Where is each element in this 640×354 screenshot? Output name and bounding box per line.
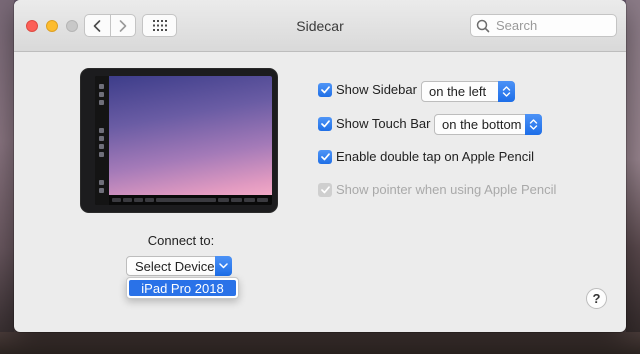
- show-sidebar-label: Show Sidebar: [336, 82, 417, 97]
- show-touch-bar-checkbox[interactable]: [318, 116, 332, 131]
- sidebar-position-popup[interactable]: on the left: [421, 81, 515, 102]
- zoom-window-button[interactable]: [66, 20, 78, 32]
- show-pointer-row: Show pointer when using Apple Pencil: [318, 182, 556, 197]
- device-dropdown-menu: iPad Pro 2018: [126, 277, 239, 299]
- chevron-down-icon: [219, 263, 228, 269]
- touch-bar-key: [156, 198, 216, 202]
- device-select-value: Select Device: [135, 259, 215, 274]
- sidebar-control-icon: [99, 128, 104, 133]
- touch-bar-key: [244, 198, 255, 202]
- sidebar-control-icon: [99, 84, 104, 89]
- device-option-ipad-pro-2018[interactable]: iPad Pro 2018: [129, 280, 236, 296]
- desktop-wallpaper-right: [626, 0, 640, 354]
- checkmark-icon: [320, 119, 330, 127]
- sidebar-control-icon: [99, 188, 104, 193]
- sidebar-control-icon: [99, 136, 104, 141]
- touch-bar-position-popup[interactable]: on the bottom: [434, 114, 542, 135]
- minimize-window-button[interactable]: [46, 20, 58, 32]
- sidebar-position-value: on the left: [429, 84, 487, 99]
- touch-bar-key: [112, 198, 121, 202]
- search-field[interactable]: [470, 14, 617, 37]
- search-icon: [476, 19, 490, 32]
- touch-bar-key: [231, 198, 242, 202]
- sidebar-control-icon: [99, 100, 104, 105]
- touch-bar-position-stepper[interactable]: [525, 114, 542, 135]
- ipad-desktop-preview: [109, 76, 272, 195]
- sidebar-position-stepper[interactable]: [498, 81, 515, 102]
- desktop-wallpaper-bottom: [0, 332, 640, 354]
- close-window-button[interactable]: [26, 20, 38, 32]
- touch-bar-key: [257, 198, 268, 202]
- touch-bar-key: [218, 198, 229, 202]
- checkmark-icon: [320, 185, 330, 193]
- show-sidebar-checkbox[interactable]: [318, 82, 332, 97]
- chevron-right-icon: [119, 19, 127, 32]
- touch-bar-position-value: on the bottom: [442, 117, 522, 132]
- updown-chevron-icon: [502, 86, 511, 97]
- sidebar-control-icon: [99, 92, 104, 97]
- show-sidebar-row: Show Sidebar: [318, 82, 417, 97]
- show-touch-bar-label: Show Touch Bar: [336, 116, 431, 131]
- double-tap-checkbox[interactable]: [318, 149, 332, 164]
- sidebar-control-icon: [99, 144, 104, 149]
- back-button[interactable]: [85, 15, 110, 36]
- touch-bar-key: [123, 198, 132, 202]
- search-input[interactable]: [493, 18, 614, 33]
- checkmark-icon: [320, 152, 330, 160]
- ipad-illustration: [80, 68, 278, 213]
- sidecar-preferences-window: Sidecar Search Connect to: Select Device…: [14, 0, 626, 332]
- ipad-sidebar-preview: [95, 76, 109, 205]
- help-button[interactable]: ?: [586, 288, 607, 309]
- show-all-preferences-button[interactable]: [142, 14, 177, 37]
- show-pointer-checkbox: [318, 182, 332, 197]
- checkmark-icon: [320, 85, 330, 93]
- grid-icon: [152, 20, 167, 31]
- show-touch-bar-row: Show Touch Bar: [318, 116, 430, 131]
- device-select[interactable]: Select Device: [126, 256, 232, 276]
- device-select-arrow[interactable]: [215, 256, 232, 276]
- title-bar: Sidecar: [14, 0, 626, 52]
- forward-button[interactable]: [109, 15, 136, 36]
- double-tap-row: Enable double tap on Apple Pencil: [318, 149, 534, 164]
- ipad-touch-bar-preview: [109, 195, 272, 205]
- sidebar-control-icon: [99, 180, 104, 185]
- chevron-left-icon: [93, 19, 101, 32]
- connect-to-label: Connect to:: [147, 233, 215, 248]
- updown-chevron-icon: [529, 119, 538, 130]
- desktop-wallpaper-left: [0, 0, 14, 354]
- touch-bar-key: [145, 198, 154, 202]
- double-tap-label: Enable double tap on Apple Pencil: [336, 149, 535, 164]
- ipad-screen: [95, 76, 272, 205]
- touch-bar-key: [134, 198, 143, 202]
- navigation-buttons: [84, 14, 136, 37]
- show-pointer-label: Show pointer when using Apple Pencil: [336, 182, 557, 197]
- sidebar-control-icon: [99, 152, 104, 157]
